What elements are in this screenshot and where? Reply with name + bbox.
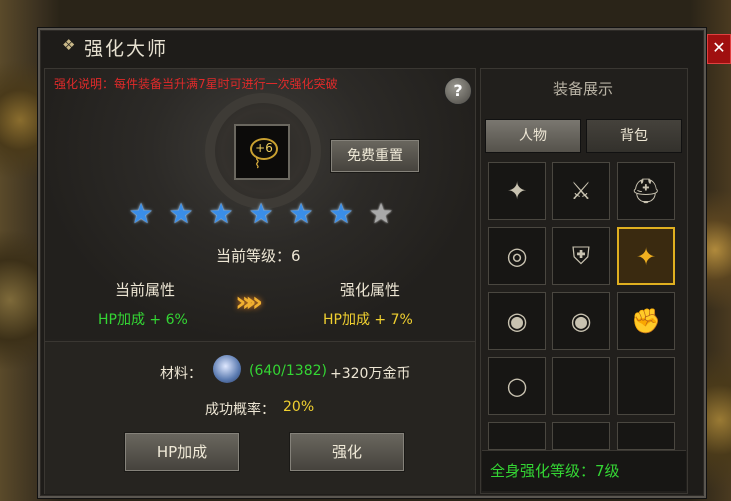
- current-level: 当前等级：6: [216, 247, 301, 265]
- window-title: 强化大师: [84, 38, 169, 60]
- helmet-icon: ⛑: [630, 177, 662, 205]
- equipment-slot[interactable]: ◉: [488, 292, 546, 350]
- enhance-button[interactable]: 强化: [289, 432, 405, 472]
- equipment-slot[interactable]: ✦: [488, 162, 546, 220]
- enhance-note: 强化说明：每件装备当升满7星时可进行一次强化突破: [54, 77, 338, 91]
- necklace-icon: ✦: [506, 177, 528, 205]
- equipment-slot[interactable]: ✦: [617, 227, 675, 285]
- success-rate-label: 成功概率：: [205, 402, 275, 418]
- bracelet-icon: ◎: [506, 242, 528, 270]
- star-filled-icon: ★: [248, 197, 274, 230]
- enhancement-item-icon: ⌇: [254, 156, 261, 172]
- material-count: (640/1382): [249, 363, 327, 379]
- enhance-item-slot[interactable]: +6 ⌇: [234, 124, 290, 180]
- equipment-slot[interactable]: ◎: [488, 227, 546, 285]
- title-ornament-icon: ❖: [62, 36, 76, 54]
- star-filled-icon: ★: [208, 197, 234, 230]
- equipment-slot[interactable]: ✊: [617, 292, 675, 350]
- star-filled-icon: ★: [128, 197, 154, 230]
- material-gold: +320万金币: [330, 366, 411, 382]
- equipment-slot[interactable]: [617, 422, 675, 450]
- equipment-panel-title: 装备展示: [552, 80, 613, 98]
- sword-icon: ⚔: [570, 177, 592, 205]
- equipment-slot[interactable]: ⛨: [552, 227, 610, 285]
- star-filled-icon: ★: [328, 197, 354, 230]
- success-rate-value: 20%: [283, 399, 315, 415]
- close-button[interactable]: ✕: [707, 34, 731, 64]
- current-attr-header: 当前属性: [115, 281, 176, 299]
- ring-icon: ◉: [570, 307, 592, 335]
- equipment-slot[interactable]: [617, 357, 675, 415]
- equipment-slot[interactable]: [552, 357, 610, 415]
- free-reset-button[interactable]: 免费重置: [330, 139, 420, 173]
- ring-icon: ◉: [506, 307, 528, 335]
- equipment-slot[interactable]: ◉: [552, 292, 610, 350]
- star-empty-icon: ★: [368, 197, 394, 230]
- next-attr-value: HP加成 + 7%: [323, 312, 413, 328]
- help-button[interactable]: ?: [444, 77, 472, 105]
- current-attr-value: HP加成 + 6%: [98, 312, 188, 328]
- upgrade-arrow-icon: »»: [235, 285, 263, 318]
- charm-icon: ✦: [635, 243, 657, 271]
- star-filled-icon: ★: [288, 197, 314, 230]
- hp-bonus-button[interactable]: HP加成: [124, 432, 240, 472]
- equipment-slot[interactable]: [488, 422, 546, 450]
- gauntlet-icon: ✊: [631, 307, 661, 335]
- tab-bag[interactable]: 背包: [586, 119, 682, 153]
- equipment-slot[interactable]: ⛑: [617, 162, 675, 220]
- armor-icon: ⛨: [572, 242, 590, 270]
- enhance-stone-icon[interactable]: [213, 355, 241, 383]
- tab-character[interactable]: 人物: [485, 119, 581, 153]
- material-label: 材料：: [160, 366, 202, 382]
- equipment-slot[interactable]: [552, 422, 610, 450]
- equipment-slot[interactable]: ○: [488, 357, 546, 415]
- next-attr-header: 强化属性: [340, 281, 401, 299]
- total-enhance-level: 全身强化等级：7级: [490, 462, 620, 480]
- star-filled-icon: ★: [168, 197, 194, 230]
- equipment-slot[interactable]: ⚔: [552, 162, 610, 220]
- ring-icon: ○: [506, 372, 528, 400]
